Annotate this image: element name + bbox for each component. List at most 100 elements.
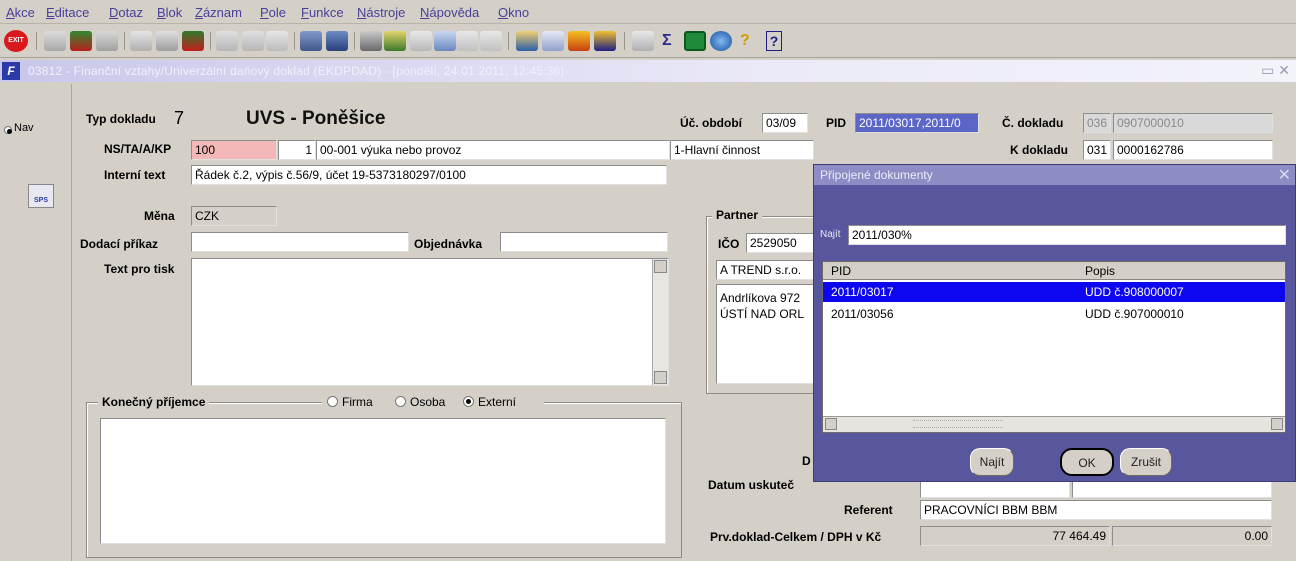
horizontal-scrollbar[interactable]: [823, 416, 1285, 432]
nav-label: Nav: [14, 122, 34, 134]
menu-pole[interactable]: Pole: [260, 5, 286, 20]
menu-blok[interactable]: Blok: [157, 5, 182, 20]
star-icon[interactable]: [568, 31, 590, 51]
objednavka-field[interactable]: [500, 232, 668, 252]
referent-field[interactable]: PRACOVNÍCI BBM BBM: [920, 500, 1272, 520]
kdokladu-b-field[interactable]: 0000162786: [1113, 140, 1273, 160]
konecny-prijemce-title: Konečný příjemce: [98, 395, 210, 409]
close-icon[interactable]: ✕: [1278, 165, 1291, 185]
cut-icon[interactable]: [360, 31, 382, 51]
scroll-left-icon[interactable]: [825, 418, 837, 430]
nav-radio[interactable]: [4, 126, 12, 134]
prv-dph-field[interactable]: 0.00: [1112, 526, 1272, 546]
globe-icon[interactable]: [710, 31, 732, 51]
referent-label: Referent: [844, 503, 893, 517]
menu-napoveda[interactable]: Nápověda: [420, 5, 479, 20]
typ-dokladu-value: 7: [174, 108, 185, 128]
left-nav-panel: Nav SPS: [0, 84, 72, 561]
toolbar-separator: [294, 32, 295, 50]
pid-label: PID: [826, 116, 847, 130]
save-icon[interactable]: [70, 31, 92, 51]
window-controls[interactable]: ▭ ✕: [1261, 62, 1290, 79]
help-icon[interactable]: ?: [740, 31, 750, 51]
najit-button[interactable]: Najít: [970, 448, 1014, 476]
ta-num-field[interactable]: 1: [278, 140, 316, 160]
search-input[interactable]: 2011/030%: [848, 225, 1286, 245]
app-icon: F: [2, 62, 20, 80]
print-preview-icon[interactable]: [326, 31, 348, 51]
ok-button[interactable]: OK: [1060, 448, 1114, 476]
list-icon[interactable]: [456, 31, 478, 51]
menu-nastroje[interactable]: Nástroje: [357, 5, 405, 20]
query-icon[interactable]: [434, 31, 456, 51]
new-record-icon[interactable]: [156, 31, 178, 51]
sort-asc-icon[interactable]: [216, 31, 238, 51]
column-pid[interactable]: PID: [831, 264, 851, 278]
forward-icon[interactable]: [96, 31, 118, 51]
menu-akce[interactable]: Akce: [6, 5, 35, 20]
kdokladu-a-field[interactable]: 031: [1083, 140, 1111, 160]
toolbar-separator: [624, 32, 625, 50]
row-popis: UDD č.907000010: [1085, 307, 1184, 321]
excel-icon[interactable]: [684, 31, 706, 51]
prv-total-field[interactable]: 77 464.49: [920, 526, 1110, 546]
prv-doklad-label: Prv.doklad-Celkem / DPH v Kč: [710, 530, 882, 544]
sort-desc-icon[interactable]: [242, 31, 264, 51]
interni-text-field[interactable]: Řádek č.2, výpis č.56/9, účet 19-5373180…: [191, 165, 667, 185]
warning-icon[interactable]: [594, 31, 616, 51]
menu-okno[interactable]: Okno: [498, 5, 529, 20]
print-icon[interactable]: [300, 31, 322, 51]
cdokladu-a-field[interactable]: 036: [1083, 113, 1111, 133]
obdobi-label: Úč. období: [680, 116, 742, 130]
calculator-icon[interactable]: [632, 31, 654, 51]
back-icon[interactable]: [44, 31, 66, 51]
table-row[interactable]: 2011/03017 UDD č.908000007: [823, 282, 1285, 302]
column-popis[interactable]: Popis: [1085, 264, 1115, 278]
sum-icon[interactable]: Σ: [662, 31, 672, 51]
exit-icon[interactable]: EXIT: [4, 30, 28, 52]
radio-osoba[interactable]: [395, 396, 406, 407]
toolbar-separator: [210, 32, 211, 50]
table-row[interactable]: 2011/03056 UDD č.907000010: [823, 304, 1285, 324]
copy-record-icon[interactable]: [130, 31, 152, 51]
filter-icon[interactable]: [266, 31, 288, 51]
konecny-prijemce-field[interactable]: [100, 418, 666, 544]
scroll-thumb[interactable]: [913, 420, 1003, 428]
dodaci-field[interactable]: [191, 232, 409, 252]
menu-zaznam[interactable]: Záznam: [195, 5, 242, 20]
cdokladu-b-field[interactable]: 0907000010: [1113, 113, 1273, 133]
ns-field[interactable]: 100: [191, 140, 277, 160]
radio-externi-label: Externí: [478, 395, 517, 409]
menu-dotaz[interactable]: Dotaz: [109, 5, 143, 20]
radio-firma-label: Firma: [342, 395, 373, 409]
toolbar: EXIT Σ ? ?: [0, 24, 1296, 58]
sps-button[interactable]: SPS: [28, 184, 54, 208]
radio-externi[interactable]: [463, 396, 474, 407]
mena-field[interactable]: CZK: [191, 206, 277, 226]
scroll-up-icon[interactable]: [654, 260, 667, 273]
scroll-down-icon[interactable]: [654, 371, 667, 384]
obdobi-field[interactable]: 03/09: [762, 113, 808, 133]
text-tisk-scrollbar[interactable]: [652, 259, 668, 385]
paste-icon[interactable]: [410, 31, 432, 51]
insert-icon[interactable]: [384, 31, 406, 51]
partner-name-field[interactable]: A TREND s.r.o.: [716, 260, 826, 280]
zrusit-button[interactable]: Zrušit: [1120, 448, 1172, 476]
document-icon[interactable]: [542, 31, 564, 51]
export-icon[interactable]: [516, 31, 538, 51]
kdokladu-label: K dokladu: [1010, 143, 1069, 157]
text-tisk-area[interactable]: [191, 258, 669, 386]
menu-funkce[interactable]: Funkce: [301, 5, 344, 20]
context-help-icon[interactable]: ?: [766, 31, 782, 51]
tree-icon[interactable]: [480, 31, 502, 51]
search-label: Najít: [820, 229, 841, 240]
ta-text-field[interactable]: 00-001 výuka nebo provoz: [316, 140, 670, 160]
delete-record-icon[interactable]: [182, 31, 204, 51]
menu-editace[interactable]: Editace: [46, 5, 89, 20]
partner-address-field[interactable]: Andrlíkova 972 ÚSTÍ NAD ORL: [716, 284, 826, 384]
radio-firma[interactable]: [327, 396, 338, 407]
pid-field[interactable]: 2011/03017,2011/0: [855, 113, 979, 133]
cinnost-field[interactable]: 1-Hlavní činnost: [670, 140, 814, 160]
scroll-right-icon[interactable]: [1271, 418, 1283, 430]
dialog-title: Připojené dokumenty: [820, 168, 933, 182]
